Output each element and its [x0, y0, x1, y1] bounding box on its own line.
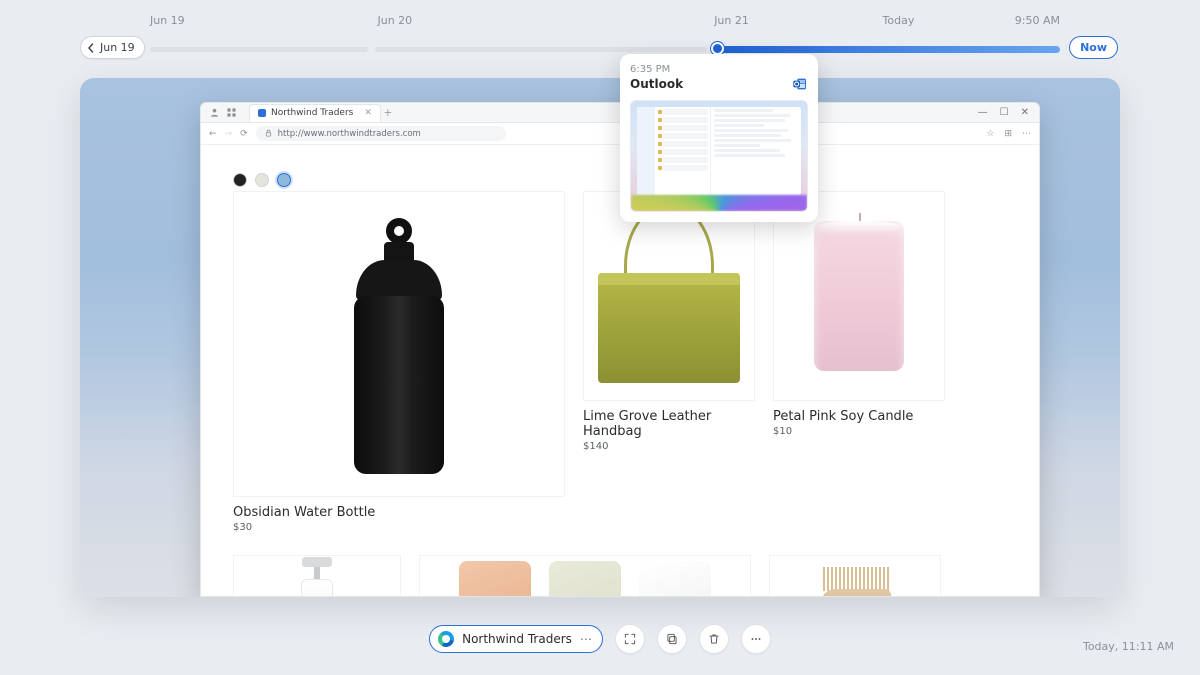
preview-app-name: Outlook [630, 77, 683, 91]
window-maximize-icon[interactable]: ☐ [1000, 107, 1009, 118]
product-card-partial-1[interactable] [233, 555, 401, 596]
lock-icon [264, 129, 273, 138]
browser-tab[interactable]: Northwind Traders ✕ [249, 104, 381, 122]
product-image-candle [773, 191, 945, 401]
screenshot-crop-button[interactable] [615, 624, 645, 654]
product-title: Lime Grove Leather Handbag [583, 409, 755, 439]
product-price: $30 [233, 522, 565, 533]
timeline-label-time: 9:50 AM [1015, 14, 1060, 27]
tab-close-icon[interactable]: ✕ [364, 108, 372, 118]
timeline-segment [150, 47, 368, 52]
timeline-label-today: Today [883, 14, 915, 27]
product-image-handbag [583, 191, 755, 401]
tab-favicon [258, 109, 266, 117]
delete-button[interactable] [699, 624, 729, 654]
new-tab-button[interactable]: ＋ [381, 106, 395, 119]
window-close-icon[interactable]: ✕ [1021, 107, 1029, 118]
timeline-now-button[interactable]: Now [1069, 36, 1118, 59]
action-bar: Northwind Traders ⋯ [0, 621, 1200, 657]
product-title: Obsidian Water Bottle [233, 505, 565, 520]
favorites-icon[interactable]: ☆ [986, 129, 994, 139]
swatch-color-1[interactable] [233, 173, 247, 187]
timeline-label-d2: Jun 20 [378, 14, 413, 27]
product-image [419, 555, 751, 596]
collections-icon[interactable]: ⊞ [1004, 129, 1012, 139]
source-app-chip[interactable]: Northwind Traders ⋯ [429, 625, 603, 653]
url-text: http://www.northwindtraders.com [278, 129, 421, 139]
timeline-segment [375, 47, 707, 52]
product-price: $10 [773, 426, 945, 437]
nav-forward-icon[interactable]: → [225, 129, 233, 139]
url-field[interactable]: http://www.northwindtraders.com [256, 126, 506, 141]
product-price: $140 [583, 441, 755, 452]
product-card-partial-2[interactable] [419, 555, 751, 596]
timeline-back-label: Jun 19 [100, 41, 135, 54]
timeline: Jun 19 Jun 19 Jun 20 Jun 21 Today 9:50 A… [0, 14, 1200, 66]
product-title: Petal Pink Soy Candle [773, 409, 945, 424]
timeline-active-range [718, 46, 1060, 53]
chip-menu-icon[interactable]: ⋯ [580, 632, 592, 646]
preview-timestamp: 6:35 PM [630, 64, 808, 75]
profile-icon[interactable] [209, 107, 220, 118]
product-card-partial-3[interactable] [769, 555, 941, 596]
product-card-candle[interactable]: Petal Pink Soy Candle $10 [773, 191, 945, 533]
timeline-label-d1: Jun 19 [150, 14, 185, 27]
timeline-now-label: Now [1080, 41, 1107, 54]
window-minimize-icon[interactable]: — [978, 107, 988, 118]
chevron-left-icon [86, 43, 96, 53]
edge-icon [438, 631, 454, 647]
tab-title: Northwind Traders [271, 108, 353, 118]
browser-menu-icon[interactable]: ⋯ [1022, 129, 1031, 139]
workspaces-icon[interactable] [226, 107, 237, 118]
timeline-preview-card[interactable]: 6:35 PM Outlook [620, 54, 818, 222]
recall-snapshot-stage: Northwind Traders ✕ ＋ — ☐ ✕ ← → ⟳ http:/… [80, 78, 1120, 597]
snapshot-timestamp: Today, 11:11 AM [1083, 640, 1174, 653]
swatch-color-3[interactable] [277, 173, 291, 187]
product-image [233, 555, 401, 596]
timeline-back-button[interactable]: Jun 19 [80, 36, 145, 59]
nav-back-icon[interactable]: ← [209, 129, 217, 139]
copy-button[interactable] [657, 624, 687, 654]
product-card-handbag[interactable]: Lime Grove Leather Handbag $140 [583, 191, 755, 533]
product-image [769, 555, 941, 596]
product-card-bottle[interactable]: Obsidian Water Bottle $30 [233, 191, 565, 533]
more-actions-button[interactable] [741, 624, 771, 654]
timeline-track[interactable] [150, 42, 1060, 58]
preview-thumbnail [630, 100, 808, 212]
swatch-color-2[interactable] [255, 173, 269, 187]
product-image-bottle [233, 191, 565, 497]
source-app-label: Northwind Traders [462, 632, 572, 646]
timeline-label-d3: Jun 21 [714, 14, 749, 27]
outlook-icon [792, 76, 808, 92]
timeline-date-labels: Jun 19 Jun 20 Jun 21 Today 9:50 AM [150, 14, 1060, 28]
refresh-icon[interactable]: ⟳ [240, 129, 248, 139]
